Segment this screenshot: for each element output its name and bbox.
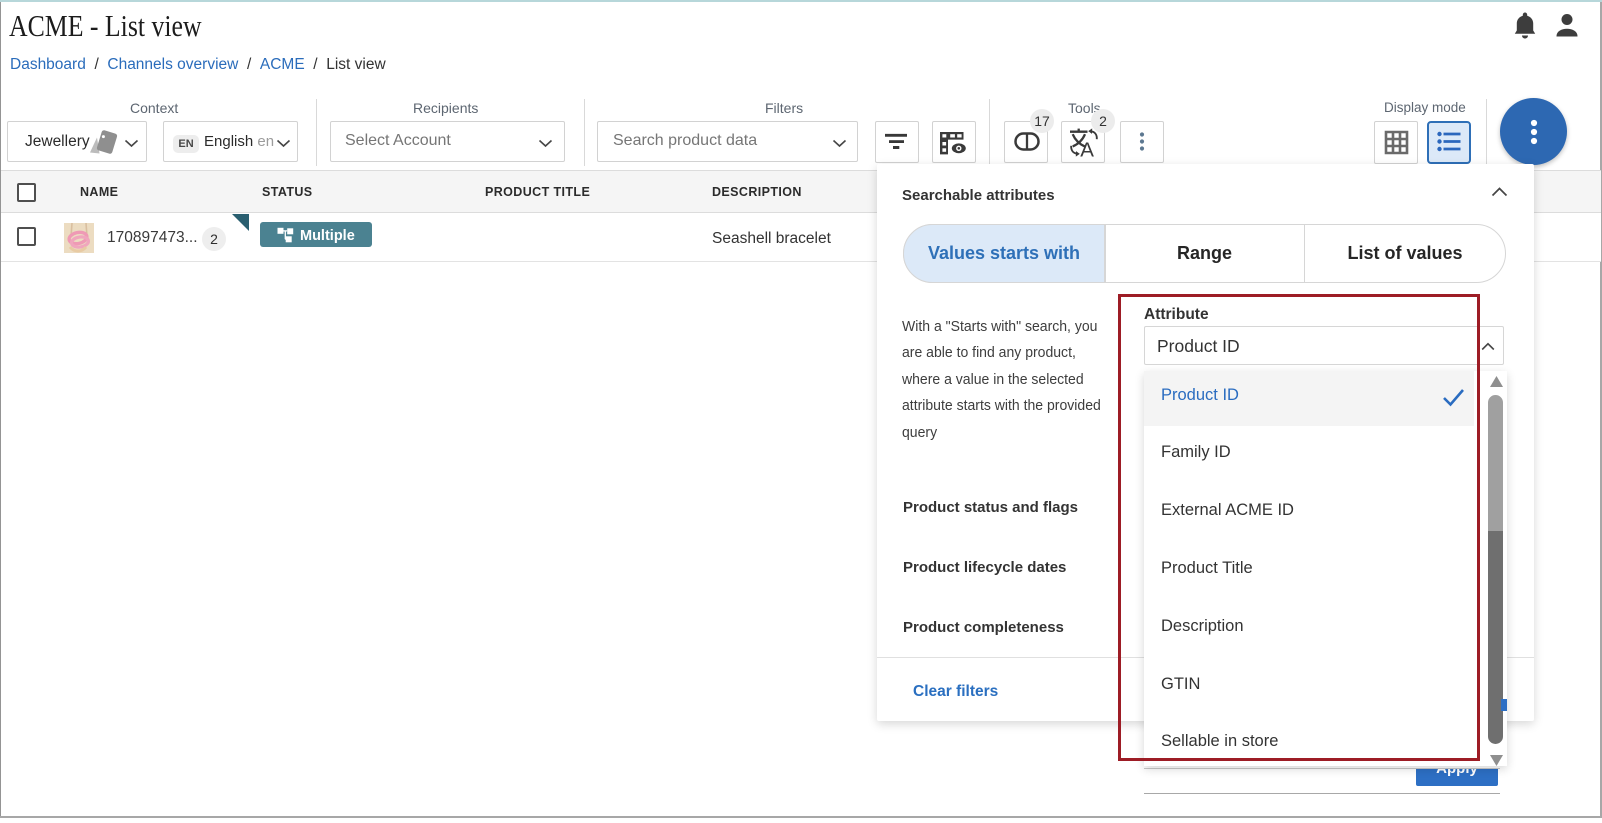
svg-text:A: A (1080, 138, 1094, 159)
